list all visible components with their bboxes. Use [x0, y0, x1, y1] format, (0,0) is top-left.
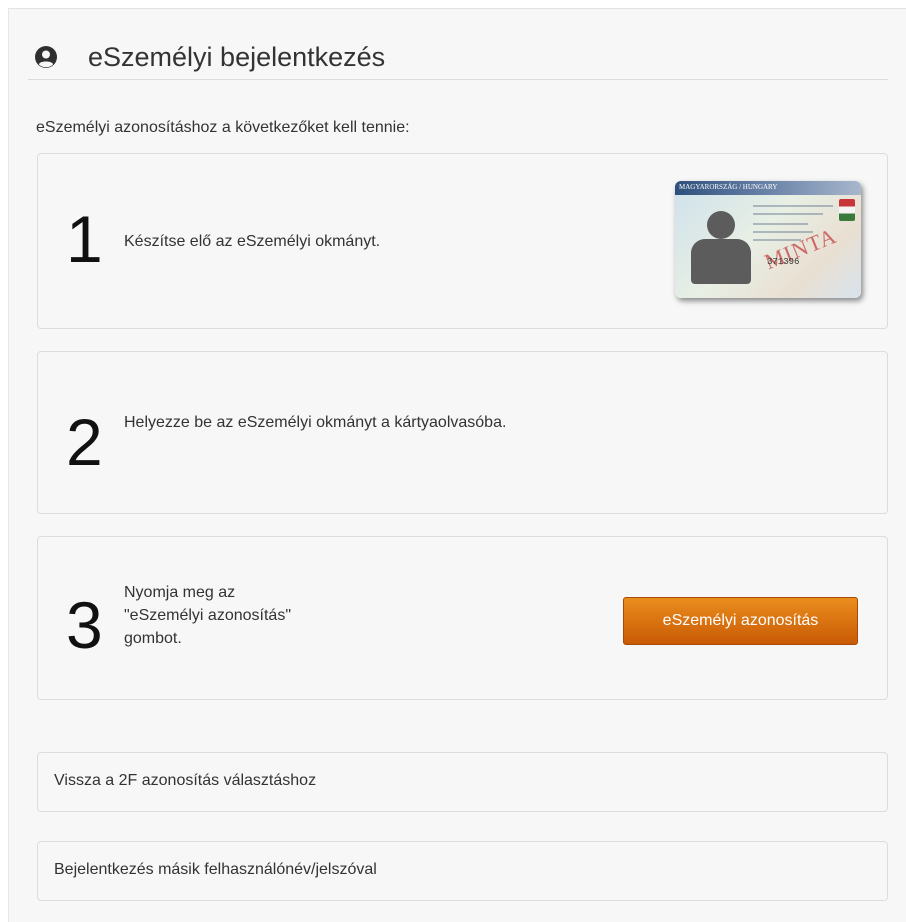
eszemelyi-auth-button[interactable]: eSzemélyi azonosítás — [623, 597, 858, 645]
back-to-2f-link-box[interactable]: Vissza a 2F azonosítás választáshoz — [37, 752, 888, 812]
step-number: 3 — [66, 588, 103, 662]
user-circle-icon — [34, 45, 58, 69]
id-card-image: MAGYARORSZÁG / HUNGARY MINTA 371396 — [675, 181, 861, 298]
id-card-header-text: MAGYARORSZÁG / HUNGARY — [679, 183, 778, 191]
step-text-line: gombot. — [124, 630, 182, 647]
step-text: Nyomja meg az "eSzemélyi azonosítás" gom… — [124, 581, 291, 650]
person-silhouette-icon — [707, 211, 735, 239]
other-login-link[interactable]: Bejelentkezés másik felhasználónév/jelsz… — [54, 861, 377, 879]
step-text: Készítse elő az eSzemélyi okmányt. — [124, 233, 381, 250]
step-number: 1 — [66, 202, 103, 276]
id-card-line — [753, 213, 823, 215]
id-card-number: 371396 — [767, 257, 800, 267]
step-3-box: 3 Nyomja meg az "eSzemélyi azonosítás" g… — [37, 536, 888, 700]
step-text-line: "eSzemélyi azonosítás" — [124, 607, 291, 624]
page-title: eSzemélyi bejelentkezés — [88, 42, 386, 72]
other-login-link-box[interactable]: Bejelentkezés másik felhasználónév/jelsz… — [37, 841, 888, 901]
step-text-line: Nyomja meg az — [124, 584, 236, 601]
id-card-line — [753, 205, 833, 207]
step-text: Helyezze be az eSzemélyi okmányt a kárty… — [124, 414, 507, 431]
step-number: 2 — [66, 405, 103, 479]
back-to-2f-link[interactable]: Vissza a 2F azonosítás választáshoz — [54, 772, 316, 790]
id-card-line — [753, 223, 808, 225]
step-1-box: 1 Készítse elő az eSzemélyi okmányt. MAG… — [37, 153, 888, 329]
person-silhouette-body — [691, 239, 751, 284]
intro-text: eSzemélyi azonosításhoz a következőket k… — [36, 119, 410, 136]
id-card-header-bar: MAGYARORSZÁG / HUNGARY — [675, 181, 861, 195]
page-header: eSzemélyi bejelentkezés — [28, 40, 888, 80]
coat-of-arms-icon — [839, 199, 855, 221]
step-2-box: 2 Helyezze be az eSzemélyi okmányt a kár… — [37, 351, 888, 514]
